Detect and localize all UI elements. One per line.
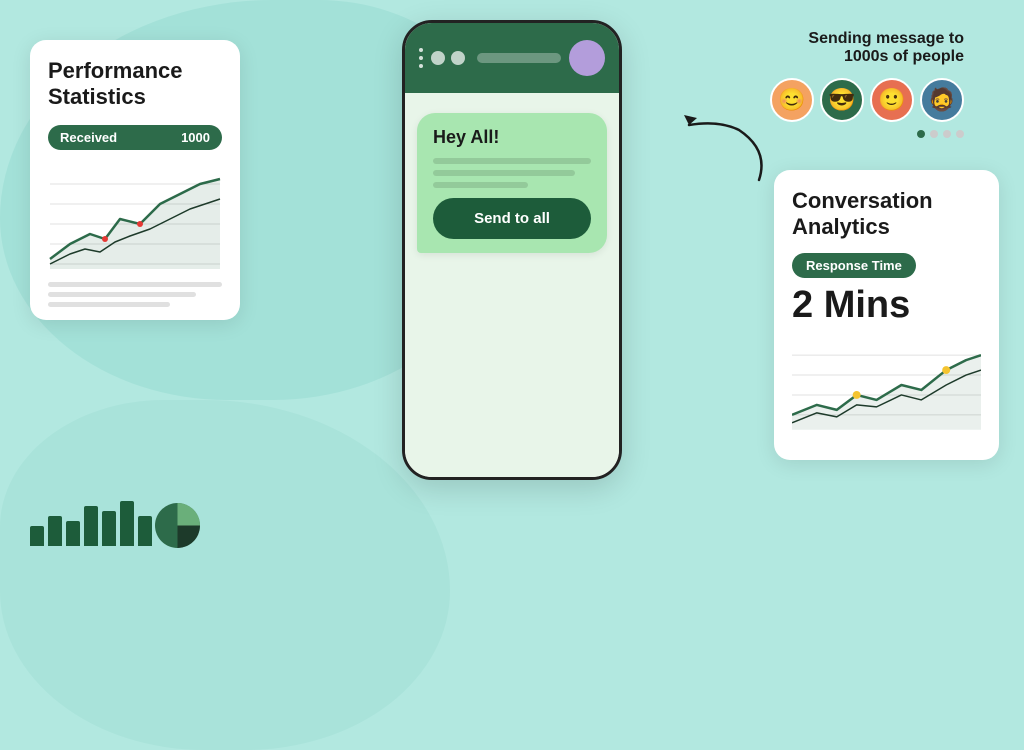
performance-chart	[48, 164, 222, 274]
avatar-2: 😎	[820, 78, 864, 122]
bottom-bar-chart	[30, 501, 152, 546]
conv-analytics-title: Conversation Analytics	[792, 188, 981, 241]
time-value: 2 Mins	[792, 284, 981, 327]
avatars-row: 😊 😎 🙂 🧔	[770, 78, 964, 122]
sending-title: Sending message to 1000s of people	[770, 30, 964, 66]
conversation-analytics-card: Conversation Analytics Response Time 2 M…	[774, 170, 999, 460]
arrow-to-avatars-icon	[679, 110, 779, 190]
bar-7	[138, 516, 152, 546]
response-time-badge: Response Time	[792, 253, 916, 278]
perf-stats-title: Performance Statistics	[48, 58, 222, 111]
message-bubble: Hey All! Send to all	[417, 113, 607, 253]
dot-1	[917, 130, 925, 138]
bar-5	[102, 511, 116, 546]
received-value: 1000	[181, 130, 210, 145]
bar-4	[84, 506, 98, 546]
pie-chart-icon	[155, 503, 200, 548]
bottom-lines	[48, 282, 222, 307]
phone-header	[405, 23, 619, 93]
send-to-all-button[interactable]: Send to all	[433, 198, 591, 239]
analytics-chart	[792, 335, 981, 435]
avatar-3: 🙂	[870, 78, 914, 122]
analytics-line-chart-svg	[792, 335, 981, 435]
dot-4	[956, 130, 964, 138]
bar-6	[120, 501, 134, 546]
dot-3	[943, 130, 951, 138]
bar-1	[30, 526, 44, 546]
sending-section: Sending message to 1000s of people 😊 😎 🙂…	[770, 30, 964, 138]
pagination-dots	[770, 130, 964, 138]
line-chart-svg	[48, 164, 222, 274]
received-label: Received	[60, 130, 117, 145]
bar-3	[66, 521, 80, 546]
phone-mockup: Hey All! Send to all	[402, 20, 622, 480]
phone-status-circles	[431, 51, 465, 65]
dot-2	[930, 130, 938, 138]
avatar-4: 🧔	[920, 78, 964, 122]
phone-search-bar	[477, 53, 561, 63]
phone-menu-dots	[419, 48, 423, 68]
avatar-1: 😊	[770, 78, 814, 122]
phone-avatar	[569, 40, 605, 76]
received-badge: Received 1000	[48, 125, 222, 150]
performance-statistics-card: Performance Statistics Received 1000	[30, 40, 240, 320]
message-greeting: Hey All!	[433, 127, 591, 148]
bar-2	[48, 516, 62, 546]
phone-chat-body: Hey All! Send to all	[405, 93, 619, 477]
